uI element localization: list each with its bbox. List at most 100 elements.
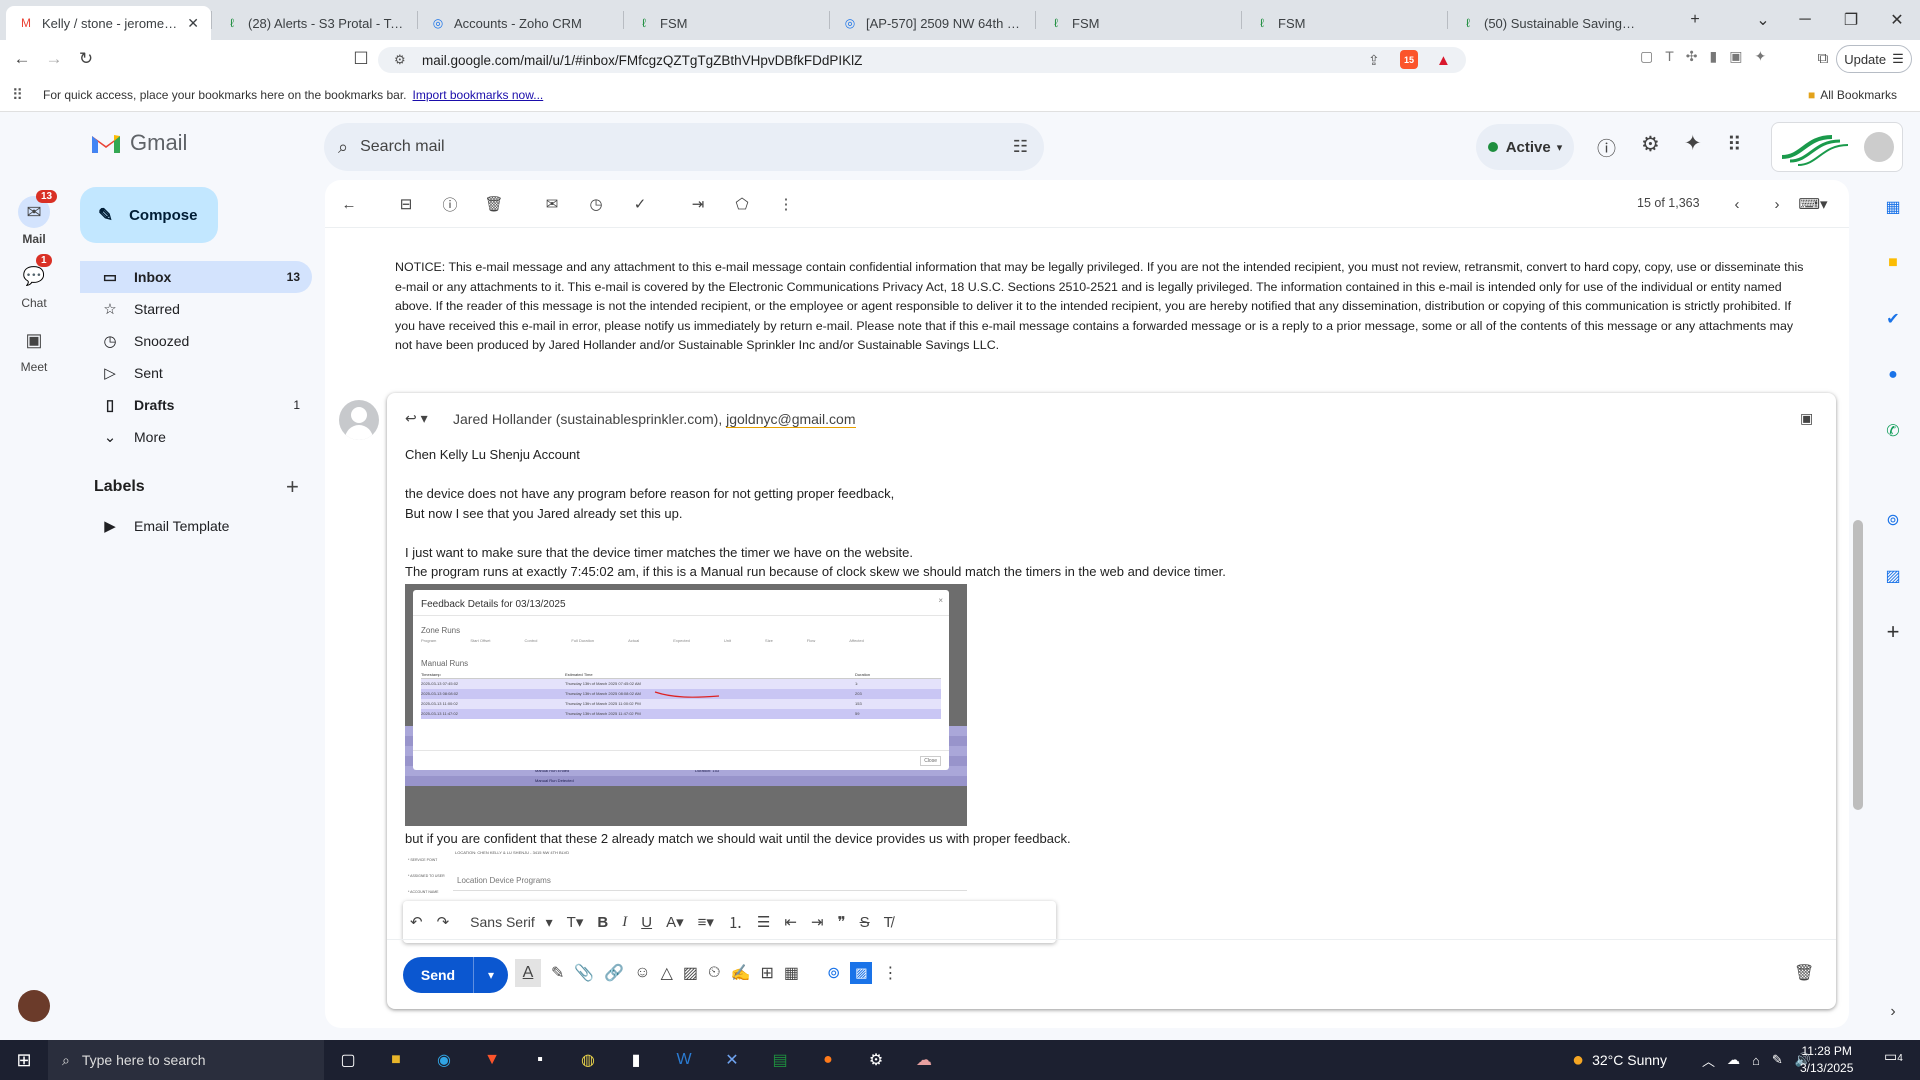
recipients[interactable]: Jared Hollander (sustainablesprinkler.co… bbox=[453, 411, 856, 428]
font-size-icon[interactable]: T▾ bbox=[560, 913, 591, 931]
weather-widget[interactable]: ● 32°C Sunny bbox=[1572, 1040, 1667, 1080]
feedback-screenshot[interactable]: Manual Run EndedDuration: 21Manual Run D… bbox=[405, 583, 967, 826]
insert-photo-icon[interactable]: ▨ bbox=[683, 963, 698, 983]
drive-icon[interactable]: △ bbox=[661, 963, 673, 983]
indent-more-icon[interactable]: ⇥ bbox=[804, 913, 831, 931]
redo-icon[interactable]: ↷ bbox=[430, 913, 457, 931]
settings-gear-icon[interactable]: ⚙ bbox=[1641, 132, 1660, 157]
rail-meet[interactable]: ▣ Meet bbox=[0, 324, 68, 375]
help-me-write-icon[interactable]: ✎ bbox=[551, 963, 564, 983]
add-label-icon[interactable]: + bbox=[286, 474, 299, 500]
site-info-icon[interactable]: ⚙ bbox=[394, 52, 406, 68]
pen-icon[interactable]: ✎ bbox=[1772, 1052, 1783, 1068]
edge-icon[interactable]: ◉ bbox=[420, 1040, 468, 1080]
keep-icon[interactable]: ■ bbox=[1873, 247, 1913, 279]
report-spam-icon[interactable]: ⓘ bbox=[438, 192, 462, 216]
newer-icon[interactable]: ‹ bbox=[1725, 192, 1749, 216]
tab-7[interactable]: ℓ (50) Sustainable Savings, LLC bbox=[1448, 6, 1653, 40]
forward-icon[interactable]: → bbox=[38, 43, 70, 75]
add-task-icon[interactable]: ✓ bbox=[628, 192, 652, 216]
address-bar[interactable]: ⚙ mail.google.com/mail/u/1/#inbox/FMfcgz… bbox=[378, 47, 1466, 73]
clock[interactable]: 11:28 PM 3/13/2025 bbox=[1800, 1043, 1853, 1077]
brave-icon[interactable]: ▼ bbox=[468, 1040, 516, 1080]
back-icon[interactable]: ← bbox=[6, 43, 38, 75]
avatar[interactable] bbox=[1864, 132, 1894, 162]
signature-icon[interactable]: ✍ bbox=[731, 963, 751, 983]
help-icon[interactable]: ⓘ bbox=[1597, 134, 1616, 161]
layouts-icon[interactable]: ⊞ bbox=[760, 963, 773, 983]
extension-link-icon[interactable]: ⊚ bbox=[827, 963, 840, 983]
close-window-button[interactable]: ✕ bbox=[1874, 0, 1920, 40]
nav-snoozed[interactable]: ◷ Snoozed bbox=[80, 325, 312, 357]
notifications-icon[interactable]: ▭4 bbox=[1884, 1048, 1903, 1065]
tab-3[interactable]: ℓ FSM bbox=[624, 6, 829, 40]
leo-icon[interactable]: ✦ bbox=[1754, 48, 1766, 65]
get-addons-icon[interactable]: + bbox=[1873, 616, 1913, 648]
emoji-icon[interactable]: ☺ bbox=[634, 964, 650, 982]
extension-image-icon[interactable]: ▨ bbox=[1873, 560, 1913, 592]
bold-icon[interactable]: B bbox=[590, 914, 615, 931]
tab-1[interactable]: ℓ (28) Alerts - S3 Protal - Tasks bbox=[212, 6, 417, 40]
more-compose-options-icon[interactable]: ⋮ bbox=[882, 963, 898, 983]
snooze-icon[interactable]: ◷ bbox=[584, 192, 608, 216]
send-options-icon[interactable]: ▾ bbox=[474, 957, 508, 993]
bookmark-icon[interactable]: ☐ bbox=[345, 43, 377, 75]
scrollbar[interactable] bbox=[1853, 520, 1863, 810]
extension-image-icon[interactable]: ▨ bbox=[850, 962, 873, 984]
rail-chat[interactable]: 💬 Chat 1 bbox=[0, 254, 68, 310]
nav-inbox[interactable]: ▭ Inbox 13 bbox=[80, 261, 312, 293]
underline-icon[interactable]: U bbox=[634, 914, 659, 931]
restore-button[interactable]: ❐ bbox=[1828, 0, 1874, 40]
apps-icon[interactable]: ⠿ bbox=[12, 86, 23, 104]
phone-icon[interactable]: ✆ bbox=[1873, 415, 1913, 447]
insert-link-icon[interactable]: 🔗 bbox=[604, 963, 624, 983]
schedule-icon[interactable]: ▦ bbox=[784, 963, 799, 983]
brave-shields-icon[interactable]: 15 bbox=[1400, 50, 1418, 69]
extension-icon[interactable]: T bbox=[1665, 48, 1674, 65]
app-icon[interactable]: ◍ bbox=[564, 1040, 612, 1080]
delete-icon[interactable]: 🗑 bbox=[482, 192, 506, 216]
app-icon[interactable]: ✕ bbox=[708, 1040, 756, 1080]
text-color-icon[interactable]: A▾ bbox=[659, 913, 691, 931]
extension-link-icon[interactable]: ⊚ bbox=[1873, 504, 1913, 536]
search-icon[interactable]: ⌕ bbox=[338, 137, 348, 158]
pop-out-icon[interactable]: ▣ bbox=[1800, 410, 1813, 427]
tab-2[interactable]: ◎ Accounts - Zoho CRM bbox=[418, 6, 623, 40]
file-explorer-icon[interactable]: ■ bbox=[372, 1040, 420, 1080]
app-icon[interactable]: ● bbox=[804, 1040, 852, 1080]
italic-icon[interactable]: I bbox=[615, 914, 634, 931]
puzzle-icon[interactable]: ✣ bbox=[1686, 48, 1698, 65]
archive-icon[interactable]: ⊟ bbox=[394, 192, 418, 216]
nav-drafts[interactable]: ▯ Drafts 1 bbox=[80, 389, 312, 421]
strikethrough-icon[interactable]: S bbox=[853, 914, 877, 931]
app-icon[interactable]: ▮ bbox=[612, 1040, 660, 1080]
minimize-button[interactable]: ─ bbox=[1782, 0, 1828, 40]
tab-6[interactable]: ℓ FSM bbox=[1242, 6, 1447, 40]
nav-starred[interactable]: ☆ Starred bbox=[80, 293, 312, 325]
hide-side-panel-icon[interactable]: › bbox=[1873, 996, 1913, 1028]
all-bookmarks-button[interactable]: ■ All Bookmarks bbox=[1808, 88, 1897, 102]
formatting-toggle-icon[interactable]: A bbox=[515, 959, 541, 987]
app-icon[interactable]: ☁ bbox=[900, 1040, 948, 1080]
chevron-up-icon[interactable]: ︿ bbox=[1702, 1051, 1715, 1070]
numbered-list-icon[interactable]: ⒈ bbox=[721, 912, 750, 933]
reply-body[interactable]: Chen Kelly Lu Shenju Account the device … bbox=[405, 445, 1805, 928]
label-as-icon[interactable]: ⬠ bbox=[730, 192, 754, 216]
font-family-select[interactable]: Sans Serif ▾ bbox=[456, 914, 560, 931]
tab-4[interactable]: ◎ [AP-570] 2509 NW 64th Blvd bbox=[830, 6, 1035, 40]
search-bar[interactable]: ⌕ Search mail ☷ bbox=[324, 123, 1044, 171]
gemini-icon[interactable]: ✦ bbox=[1684, 131, 1702, 156]
confidential-mode-icon[interactable]: ⏲ bbox=[708, 964, 720, 982]
profile-avatar[interactable] bbox=[18, 990, 50, 1022]
tab-search-icon[interactable]: ⌄ bbox=[1740, 0, 1786, 40]
move-to-icon[interactable]: ⇥ bbox=[686, 192, 710, 216]
account-switcher[interactable] bbox=[1771, 122, 1903, 172]
update-button[interactable]: Update ☰ bbox=[1836, 45, 1912, 73]
new-tab-button[interactable]: + bbox=[1672, 0, 1718, 40]
contacts-icon[interactable]: ● bbox=[1873, 359, 1913, 391]
label-email-template[interactable]: ▶ Email Template bbox=[80, 510, 312, 542]
back-to-inbox-icon[interactable]: ← bbox=[337, 192, 361, 216]
sidepanel-icon[interactable]: ▮ bbox=[1710, 48, 1718, 65]
nav-more[interactable]: ⌄ More bbox=[80, 421, 312, 453]
search-options-icon[interactable]: ☷ bbox=[1013, 137, 1028, 157]
